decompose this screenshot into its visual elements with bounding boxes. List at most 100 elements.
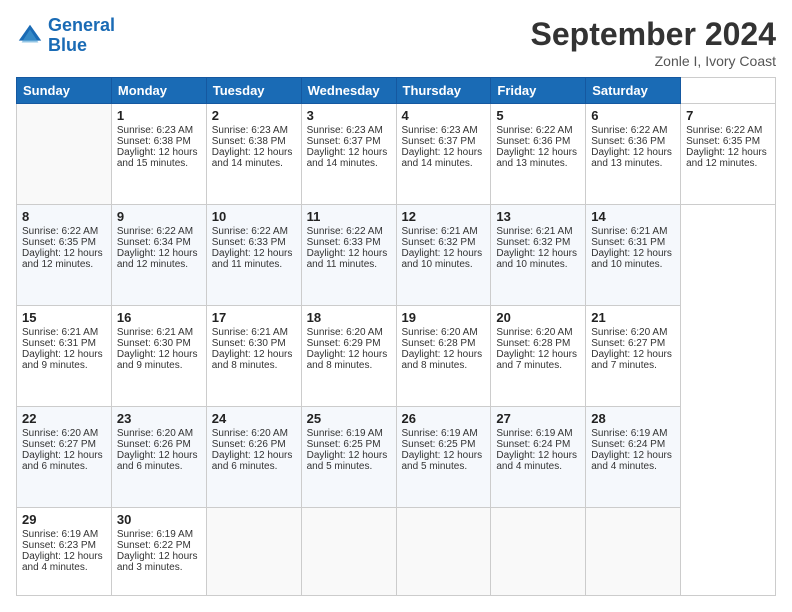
day-number: 12 <box>402 209 486 224</box>
calendar-header-thursday: Thursday <box>396 78 491 104</box>
sunset-label: Sunset: 6:24 PM <box>591 439 665 450</box>
sunrise-label: Sunrise: 6:19 AM <box>591 428 667 439</box>
day-number: 1 <box>117 108 201 123</box>
sunset-label: Sunset: 6:28 PM <box>402 338 476 349</box>
daylight-label: Daylight: 12 hours and 6 minutes. <box>212 450 293 472</box>
calendar-day-14: 14 Sunrise: 6:21 AM Sunset: 6:31 PM Dayl… <box>586 204 681 305</box>
daylight-label: Daylight: 12 hours and 5 minutes. <box>402 450 483 472</box>
sunrise-label: Sunrise: 6:20 AM <box>212 428 288 439</box>
daylight-label: Daylight: 12 hours and 12 minutes. <box>22 248 103 270</box>
page: General Blue September 2024 Zonle I, Ivo… <box>0 0 792 612</box>
sunset-label: Sunset: 6:24 PM <box>496 439 570 450</box>
logo-icon <box>16 22 44 50</box>
logo: General Blue <box>16 16 115 56</box>
sunrise-label: Sunrise: 6:22 AM <box>307 226 383 237</box>
sunrise-label: Sunrise: 6:23 AM <box>212 125 288 136</box>
calendar-header-friday: Friday <box>491 78 586 104</box>
sunrise-label: Sunrise: 6:19 AM <box>307 428 383 439</box>
sunset-label: Sunset: 6:36 PM <box>591 136 665 147</box>
daylight-label: Daylight: 12 hours and 6 minutes. <box>117 450 198 472</box>
day-number: 17 <box>212 310 296 325</box>
month-title: September 2024 <box>531 16 776 53</box>
title-block: September 2024 Zonle I, Ivory Coast <box>531 16 776 69</box>
day-number: 10 <box>212 209 296 224</box>
calendar-day-19: 19 Sunrise: 6:20 AM Sunset: 6:28 PM Dayl… <box>396 305 491 406</box>
calendar-day-7: 7 Sunrise: 6:22 AM Sunset: 6:35 PM Dayli… <box>681 104 776 205</box>
calendar-day-10: 10 Sunrise: 6:22 AM Sunset: 6:33 PM Dayl… <box>206 204 301 305</box>
daylight-label: Daylight: 12 hours and 12 minutes. <box>686 147 767 169</box>
calendar-header-wednesday: Wednesday <box>301 78 396 104</box>
calendar-day-25: 25 Sunrise: 6:19 AM Sunset: 6:25 PM Dayl… <box>301 406 396 507</box>
daylight-label: Daylight: 12 hours and 6 minutes. <box>22 450 103 472</box>
calendar-day-27: 27 Sunrise: 6:19 AM Sunset: 6:24 PM Dayl… <box>491 406 586 507</box>
day-number: 9 <box>117 209 201 224</box>
day-number: 23 <box>117 411 201 426</box>
sunrise-label: Sunrise: 6:21 AM <box>22 327 98 338</box>
calendar-day-17: 17 Sunrise: 6:21 AM Sunset: 6:30 PM Dayl… <box>206 305 301 406</box>
sunrise-label: Sunrise: 6:21 AM <box>591 226 667 237</box>
daylight-label: Daylight: 12 hours and 9 minutes. <box>117 349 198 371</box>
sunrise-label: Sunrise: 6:20 AM <box>22 428 98 439</box>
day-number: 14 <box>591 209 675 224</box>
day-number: 27 <box>496 411 580 426</box>
calendar-day-2: 2 Sunrise: 6:23 AM Sunset: 6:38 PM Dayli… <box>206 104 301 205</box>
calendar-header-saturday: Saturday <box>586 78 681 104</box>
calendar-day-28: 28 Sunrise: 6:19 AM Sunset: 6:24 PM Dayl… <box>586 406 681 507</box>
day-number: 18 <box>307 310 391 325</box>
sunset-label: Sunset: 6:31 PM <box>591 237 665 248</box>
sunrise-label: Sunrise: 6:22 AM <box>591 125 667 136</box>
calendar-day-4: 4 Sunrise: 6:23 AM Sunset: 6:37 PM Dayli… <box>396 104 491 205</box>
empty-cell <box>17 104 112 205</box>
sunset-label: Sunset: 6:31 PM <box>22 338 96 349</box>
logo-blue: Blue <box>48 36 115 56</box>
sunset-label: Sunset: 6:23 PM <box>22 540 96 551</box>
sunrise-label: Sunrise: 6:20 AM <box>496 327 572 338</box>
calendar-table: SundayMondayTuesdayWednesdayThursdayFrid… <box>16 77 776 596</box>
logo-text: General Blue <box>48 16 115 56</box>
daylight-label: Daylight: 12 hours and 4 minutes. <box>22 551 103 573</box>
sunrise-label: Sunrise: 6:23 AM <box>117 125 193 136</box>
sunset-label: Sunset: 6:27 PM <box>591 338 665 349</box>
sunrise-label: Sunrise: 6:20 AM <box>591 327 667 338</box>
sunset-label: Sunset: 6:25 PM <box>307 439 381 450</box>
sunset-label: Sunset: 6:22 PM <box>117 540 191 551</box>
sunset-label: Sunset: 6:36 PM <box>496 136 570 147</box>
day-number: 5 <box>496 108 580 123</box>
sunset-label: Sunset: 6:26 PM <box>117 439 191 450</box>
sunset-label: Sunset: 6:35 PM <box>686 136 760 147</box>
calendar-day-26: 26 Sunrise: 6:19 AM Sunset: 6:25 PM Dayl… <box>396 406 491 507</box>
sunset-label: Sunset: 6:38 PM <box>117 136 191 147</box>
sunrise-label: Sunrise: 6:20 AM <box>402 327 478 338</box>
daylight-label: Daylight: 12 hours and 8 minutes. <box>212 349 293 371</box>
daylight-label: Daylight: 12 hours and 4 minutes. <box>496 450 577 472</box>
header: General Blue September 2024 Zonle I, Ivo… <box>16 16 776 69</box>
sunset-label: Sunset: 6:34 PM <box>117 237 191 248</box>
day-number: 22 <box>22 411 106 426</box>
sunset-label: Sunset: 6:29 PM <box>307 338 381 349</box>
sunset-label: Sunset: 6:26 PM <box>212 439 286 450</box>
calendar-day-23: 23 Sunrise: 6:20 AM Sunset: 6:26 PM Dayl… <box>111 406 206 507</box>
logo-general: General <box>48 15 115 35</box>
sunset-label: Sunset: 6:38 PM <box>212 136 286 147</box>
daylight-label: Daylight: 12 hours and 13 minutes. <box>496 147 577 169</box>
day-number: 4 <box>402 108 486 123</box>
empty-cell <box>586 507 681 595</box>
day-number: 7 <box>686 108 770 123</box>
day-number: 8 <box>22 209 106 224</box>
empty-cell <box>396 507 491 595</box>
calendar-day-29: 29 Sunrise: 6:19 AM Sunset: 6:23 PM Dayl… <box>17 507 112 595</box>
calendar-day-24: 24 Sunrise: 6:20 AM Sunset: 6:26 PM Dayl… <box>206 406 301 507</box>
sunrise-label: Sunrise: 6:19 AM <box>496 428 572 439</box>
sunrise-label: Sunrise: 6:22 AM <box>686 125 762 136</box>
day-number: 15 <box>22 310 106 325</box>
daylight-label: Daylight: 12 hours and 8 minutes. <box>402 349 483 371</box>
daylight-label: Daylight: 12 hours and 12 minutes. <box>117 248 198 270</box>
calendar-day-18: 18 Sunrise: 6:20 AM Sunset: 6:29 PM Dayl… <box>301 305 396 406</box>
calendar-day-1: 1 Sunrise: 6:23 AM Sunset: 6:38 PM Dayli… <box>111 104 206 205</box>
day-number: 25 <box>307 411 391 426</box>
calendar-day-16: 16 Sunrise: 6:21 AM Sunset: 6:30 PM Dayl… <box>111 305 206 406</box>
day-number: 2 <box>212 108 296 123</box>
daylight-label: Daylight: 12 hours and 14 minutes. <box>402 147 483 169</box>
calendar-day-20: 20 Sunrise: 6:20 AM Sunset: 6:28 PM Dayl… <box>491 305 586 406</box>
sunrise-label: Sunrise: 6:21 AM <box>496 226 572 237</box>
